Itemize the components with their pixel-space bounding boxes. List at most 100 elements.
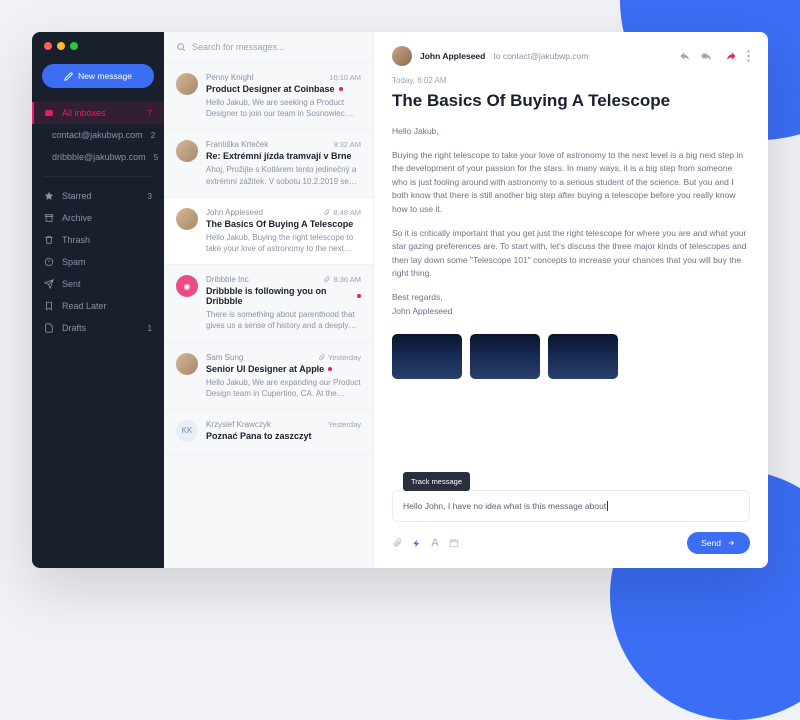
- sidebar-item-read-later[interactable]: Read Later: [32, 295, 164, 317]
- tooltip: Track message: [403, 472, 470, 491]
- message-item[interactable]: ◉ Dribbble Inc 8:36 AM Dribbble is follo…: [164, 265, 373, 342]
- attachment-image[interactable]: [548, 334, 618, 379]
- sidebar-item-label: Spam: [62, 257, 152, 267]
- bookmark-icon: [44, 301, 54, 311]
- minimize-icon[interactable]: [57, 42, 65, 50]
- avatar: [392, 46, 412, 66]
- mail-greeting: Hello Jakub,: [392, 125, 750, 139]
- sidebar-item-label: contact@jakubwp.com: [52, 130, 143, 140]
- more-icon[interactable]: [747, 50, 750, 62]
- message-time: 8:36 AM: [323, 275, 361, 284]
- mail-content: John Appleseed to contact@jakubwp.com To…: [374, 32, 768, 568]
- font-icon[interactable]: A: [431, 537, 439, 549]
- message-preview: Hello Jakub, Buying the right telescope …: [206, 232, 361, 254]
- new-message-label: New message: [78, 71, 132, 81]
- sidebar-item-label: Thrash: [62, 235, 152, 245]
- maximize-icon[interactable]: [70, 42, 78, 50]
- new-message-button[interactable]: New message: [42, 64, 154, 88]
- count-badge: 2: [151, 131, 155, 140]
- window-controls: [32, 42, 164, 64]
- sidebar-item-archive[interactable]: Archive: [32, 207, 164, 229]
- sidebar-item-starred[interactable]: Starred 3: [32, 185, 164, 207]
- archive-icon: [44, 213, 54, 223]
- avatar: [176, 208, 198, 230]
- mail-date: Today, 6:02 AM: [392, 76, 750, 85]
- attach-icon[interactable]: [392, 538, 402, 548]
- sidebar-item-sent[interactable]: Sent: [32, 273, 164, 295]
- message-subject: Product Designer at Coinbase: [206, 84, 361, 94]
- calendar-icon[interactable]: [449, 538, 459, 548]
- close-icon[interactable]: [44, 42, 52, 50]
- send-button[interactable]: Send: [687, 532, 750, 554]
- mail-paragraph: So it is critically important that you g…: [392, 227, 750, 281]
- reply-icon[interactable]: [679, 50, 691, 62]
- reply-all-icon[interactable]: [701, 50, 715, 62]
- cursor: [607, 501, 608, 511]
- sender-name: Sam Sung: [206, 353, 243, 362]
- pen-icon: [64, 72, 73, 81]
- sidebar-item-spam[interactable]: Spam: [32, 251, 164, 273]
- reply-box[interactable]: Hello John, I have no idea what is this …: [392, 490, 750, 522]
- from-name: John Appleseed: [420, 51, 485, 61]
- sidebar-item-label: Read Later: [62, 301, 152, 311]
- sidebar-item-label: dribbble@jakubwp.com: [52, 152, 146, 162]
- sidebar: New message All inboxes 7 contact@jakubw…: [32, 32, 164, 568]
- sidebar-item-label: All inboxes: [62, 108, 140, 118]
- message-item[interactable]: Penny Knight 10:10 AM Product Designer a…: [164, 63, 373, 130]
- count-badge: 1: [148, 324, 152, 333]
- attachments: [392, 334, 750, 379]
- message-subject: Dribbble is following you on Dribbble: [206, 286, 361, 306]
- mail-paragraph: Buying the right telescope to take your …: [392, 149, 750, 217]
- message-preview: Hello Jakub, We are seeking a Product De…: [206, 97, 361, 119]
- arrow-right-icon: [726, 539, 736, 547]
- message-subject: Poznać Pana to zaszczyt: [206, 431, 361, 441]
- mail-title: The Basics Of Buying A Telescope: [392, 91, 750, 111]
- search-placeholder: Search for messages...: [192, 42, 285, 52]
- forward-icon[interactable]: [725, 50, 737, 62]
- sidebar-item-label: Archive: [62, 213, 152, 223]
- sidebar-item-label: Starred: [62, 191, 140, 201]
- message-subject: The Basics Of Buying A Telescope: [206, 219, 361, 229]
- sidebar-item-all-inboxes[interactable]: All inboxes 7: [32, 102, 164, 124]
- message-time: Yesterday: [318, 353, 361, 362]
- count-badge: 7: [148, 109, 152, 118]
- message-item[interactable]: Františka Krteček 9:32 AM Re: Extrémní j…: [164, 130, 373, 197]
- message-list: Search for messages... Penny Knight 10:1…: [164, 32, 374, 568]
- sidebar-item-drafts[interactable]: Drafts 1: [32, 317, 164, 339]
- avatar: KK: [176, 420, 198, 442]
- sidebar-item-label: Sent: [62, 279, 152, 289]
- sender-name: Penny Knight: [206, 73, 254, 82]
- reply-toolbar: A Send: [392, 532, 750, 554]
- message-subject: Re: Extrémní jízda tramvají v Brne: [206, 151, 361, 161]
- message-time: 10:10 AM: [329, 73, 361, 82]
- search-icon: [176, 42, 186, 52]
- avatar: [176, 353, 198, 375]
- avatar: [176, 73, 198, 95]
- sender-name: John Appleseed: [206, 208, 263, 217]
- attachment-image[interactable]: [392, 334, 462, 379]
- divider: [44, 176, 152, 177]
- message-item[interactable]: KK Krzysief Krawczyk Yesterday Poznać Pa…: [164, 410, 373, 455]
- message-time: Yesterday: [328, 420, 361, 429]
- message-subject: Senior UI Designer at Apple: [206, 364, 361, 374]
- sender-name: Krzysief Krawczyk: [206, 420, 271, 429]
- mail-signoff: Best regards,John Appleseed: [392, 291, 750, 318]
- sidebar-account-dribbble[interactable]: dribbble@jakubwp.com 5: [32, 146, 164, 168]
- search-input[interactable]: Search for messages...: [164, 32, 373, 63]
- sidebar-account-contact[interactable]: contact@jakubwp.com 2: [32, 124, 164, 146]
- sender-name: Dribbble Inc: [206, 275, 249, 284]
- mail-app: New message All inboxes 7 contact@jakubw…: [32, 32, 768, 568]
- sidebar-item-trash[interactable]: Thrash: [32, 229, 164, 251]
- mail-actions: [679, 50, 750, 62]
- message-preview: There is something about parenthood that…: [206, 309, 361, 331]
- message-item[interactable]: Sam Sung Yesterday Senior UI Designer at…: [164, 343, 373, 410]
- spam-icon: [44, 257, 54, 267]
- message-item[interactable]: John Appleseed 8:48 AM The Basics Of Buy…: [164, 198, 373, 265]
- message-preview: Ahoj, Prožijte s Kotlárem tento jedinečn…: [206, 164, 361, 186]
- attachment-image[interactable]: [470, 334, 540, 379]
- sender-name: Františka Krteček: [206, 140, 268, 149]
- count-badge: 5: [154, 153, 158, 162]
- track-icon[interactable]: [412, 538, 421, 549]
- draft-icon: [44, 323, 54, 333]
- trash-icon: [44, 235, 54, 245]
